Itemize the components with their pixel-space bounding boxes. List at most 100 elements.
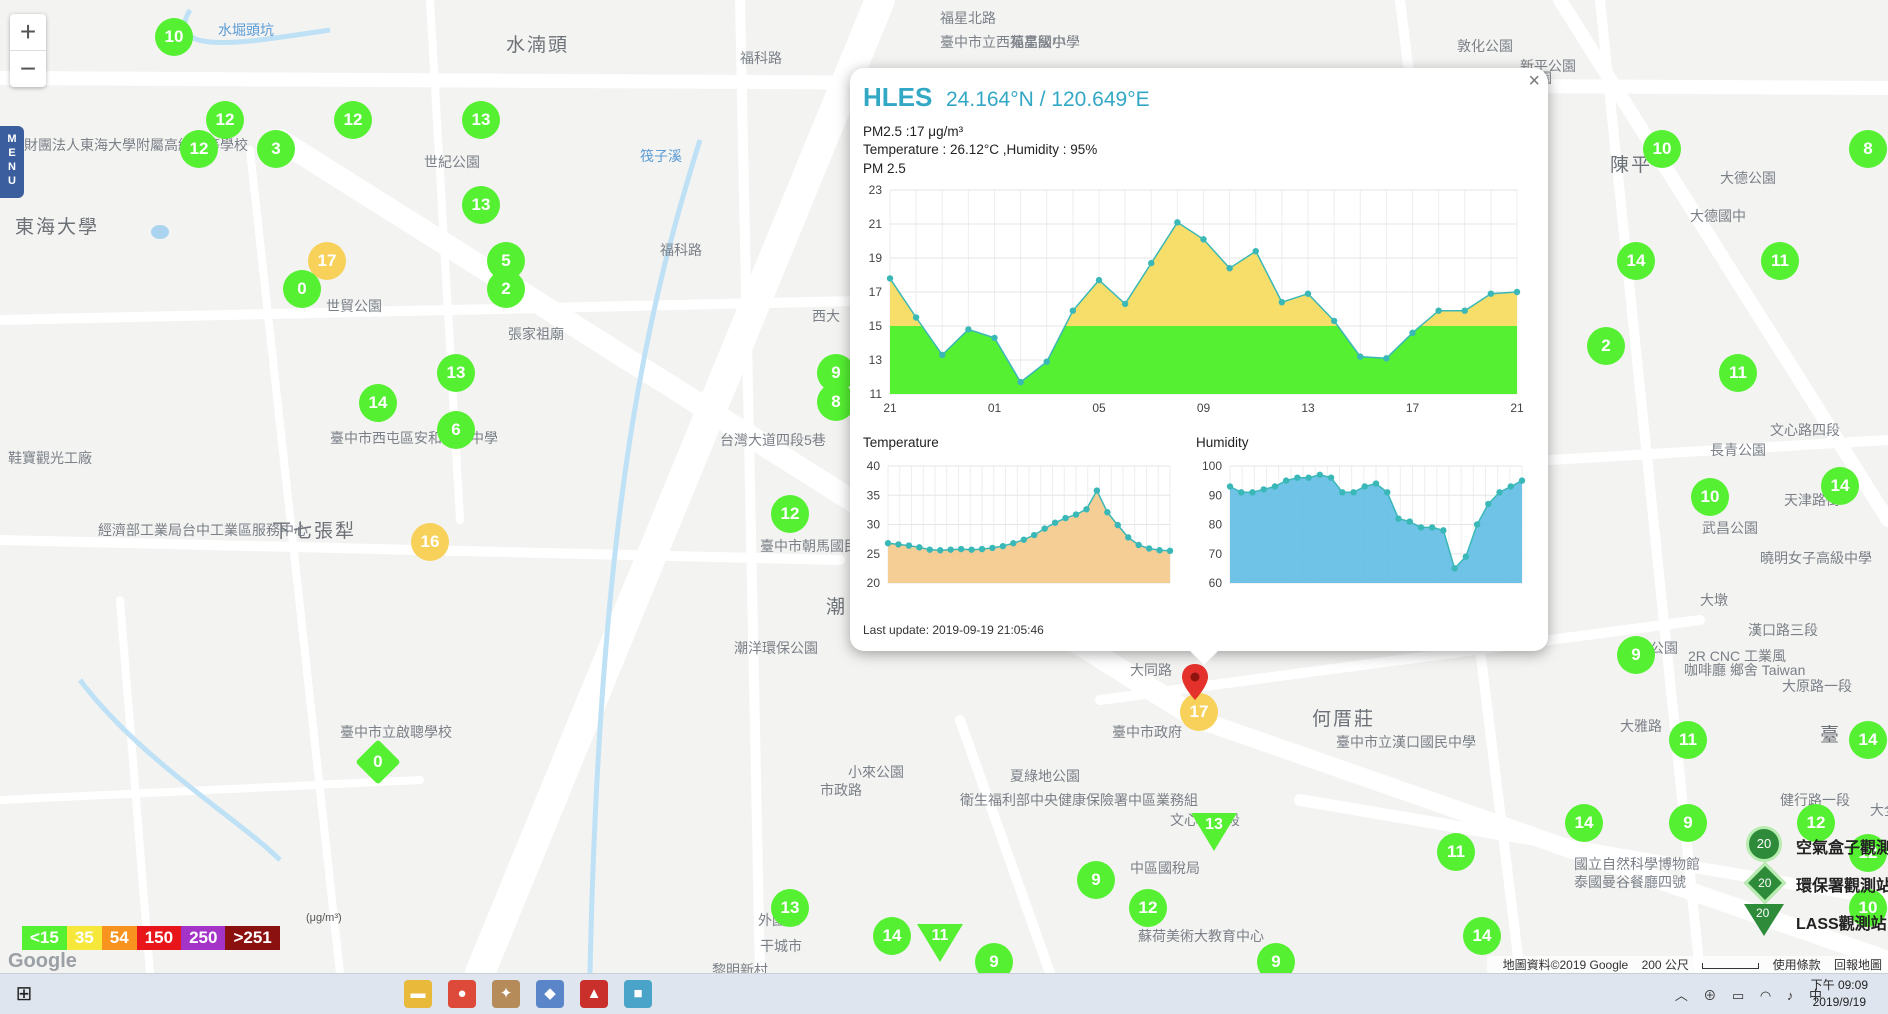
red-app-taskbar-icon[interactable]: ▲ — [580, 980, 608, 1008]
x-tick-label: 09 — [1197, 401, 1211, 415]
start-button[interactable]: ⊞ — [10, 980, 38, 1008]
data-point — [1166, 547, 1174, 555]
data-point — [905, 542, 913, 549]
data-point — [895, 541, 902, 548]
selected-location-pin-icon[interactable] — [1182, 664, 1208, 700]
station-marker-circle[interactable]: 0 — [283, 270, 321, 308]
map-place-label: 國立自然科學博物館 — [1574, 856, 1700, 872]
x-tick-label: 13 — [1301, 401, 1315, 415]
map-place-label: 東海大學 — [15, 217, 100, 238]
map-place-label: 鞋寶觀光工廠 — [8, 450, 92, 466]
y-tick-label: 11 — [870, 387, 883, 401]
map-place-label: 文心路四段 — [1770, 422, 1840, 438]
map-place-label: 黎明新村 — [712, 962, 768, 973]
station-marker-circle[interactable]: 16 — [411, 523, 449, 561]
data-point — [1518, 477, 1526, 484]
y-tick-label: 100 — [1202, 459, 1222, 473]
paint-app-taskbar-icon[interactable]: ◆ — [536, 980, 564, 1008]
station-marker-circle[interactable]: 10 — [1691, 478, 1729, 516]
report-map-link[interactable]: 回報地圖 — [1834, 958, 1882, 972]
station-marker-circle[interactable]: 14 — [1565, 804, 1603, 842]
station-marker-circle[interactable]: 13 — [771, 889, 809, 927]
data-point — [1135, 541, 1142, 549]
y-tick-label: 30 — [867, 518, 881, 532]
station-type-label: 空氣盒子觀測 — [1796, 840, 1888, 857]
station-marker-circle[interactable]: 11 — [1761, 242, 1799, 280]
station-marker-circle[interactable]: 14 — [1617, 242, 1655, 280]
station-marker-circle[interactable]: 12 — [771, 495, 809, 533]
data-point — [926, 546, 933, 553]
terms-link[interactable]: 使用條款 — [1773, 958, 1821, 972]
map-place-label: 何厝莊 — [1312, 709, 1376, 730]
station-marker-circle[interactable]: 12 — [180, 130, 218, 168]
map-scale-label: 200 公尺 — [1641, 958, 1689, 972]
menu-toggle-button[interactable]: MENU — [0, 126, 24, 198]
station-marker-circle[interactable]: 9 — [1077, 861, 1115, 899]
taskbar-clock[interactable]: 下午 09:09 2019/9/19 — [1811, 977, 1868, 1011]
station-marker-circle[interactable]: 14 — [1849, 721, 1887, 759]
map-place-label: 張家祖廟 — [508, 326, 564, 342]
data-point — [1104, 509, 1111, 516]
station-marker-circle[interactable]: 9 — [1257, 943, 1295, 973]
station-marker-circle[interactable]: 13 — [437, 354, 475, 392]
map-place-label: 長青公園 — [1710, 442, 1766, 458]
station-marker-circle[interactable]: 2 — [487, 270, 525, 308]
station-marker-circle[interactable]: 10 — [155, 18, 193, 56]
data-point — [912, 314, 920, 321]
station-marker-triangle[interactable]: 11 — [917, 924, 963, 964]
station-marker-circle[interactable]: 9 — [1669, 804, 1707, 842]
station-marker-circle[interactable]: 14 — [1463, 917, 1501, 955]
station-marker-circle[interactable]: 10 — [1643, 130, 1681, 168]
station-marker-circle[interactable]: 3 — [257, 130, 295, 168]
station-marker-circle[interactable]: 2 — [1587, 327, 1625, 365]
aqi-legend: <15 35 54 150 250 >251 — [22, 926, 280, 950]
data-point — [991, 334, 998, 342]
aqi-level-swatch: <15 — [22, 926, 67, 950]
zoom-in-button[interactable]: + — [10, 14, 46, 50]
station-marker-circle[interactable]: 12 — [334, 101, 372, 139]
series-area — [1230, 474, 1522, 583]
map-scale-bar — [1702, 962, 1760, 969]
station-marker-circle[interactable]: 9 — [975, 943, 1013, 973]
zoom-out-button[interactable]: − — [10, 50, 46, 87]
data-point — [1383, 355, 1390, 362]
data-point — [939, 351, 946, 359]
map-canvas[interactable]: 水湳頭東海大學下七張犁何厝莊敦化公園陳平公園陳平大德公園大德國中文心路四段長青公… — [0, 0, 1888, 973]
data-point — [1174, 219, 1181, 226]
station-marker-circle[interactable]: 11 — [1437, 833, 1475, 871]
system-tray[interactable]: ︿ ⊕ ▭ ◠ ♪ 中 — [1675, 985, 1828, 1004]
x-tick-label: 17 — [1406, 401, 1420, 415]
data-point — [1473, 521, 1481, 528]
data-point — [1226, 483, 1234, 490]
station-marker-circle[interactable]: 13 — [462, 101, 500, 139]
station-marker-circle[interactable]: 11 — [1669, 721, 1707, 759]
map-place-label: 臺中市立啟聰學校 — [340, 724, 452, 740]
aqi-level-swatch: 35 — [66, 926, 102, 950]
chrome-taskbar-icon[interactable]: ● — [448, 980, 476, 1008]
data-point — [1428, 524, 1436, 531]
station-marker-circle[interactable]: 9 — [1617, 636, 1655, 674]
station-marker-circle[interactable]: 14 — [359, 384, 397, 422]
data-point — [965, 326, 972, 333]
station-marker-circle[interactable]: 12 — [206, 101, 244, 139]
station-marker-triangle[interactable]: 13 — [1191, 813, 1237, 853]
map-place-label: 大雅路 — [1620, 718, 1662, 734]
aqi-level-swatch: 150 — [136, 926, 182, 950]
data-point — [1271, 483, 1279, 490]
station-marker-circle[interactable]: 11 — [1719, 354, 1757, 392]
station-marker-circle[interactable]: 12 — [1129, 889, 1167, 927]
data-point — [1249, 489, 1256, 496]
station-marker-circle[interactable]: 14 — [873, 917, 911, 955]
station-marker-circle[interactable]: 6 — [437, 411, 475, 449]
rabbit-app-taskbar-icon[interactable]: ✦ — [492, 980, 520, 1008]
file-explorer-taskbar-icon[interactable]: ▬ — [404, 980, 432, 1008]
blue-app-taskbar-icon[interactable]: ■ — [624, 980, 652, 1008]
map-place-label: 蘇荷美術大教育中心 — [1138, 928, 1264, 944]
station-marker-circle[interactable]: 8 — [1849, 130, 1887, 168]
station-marker-circle[interactable]: 13 — [462, 186, 500, 224]
map-place-label: 福星北路 — [940, 10, 996, 26]
map-place-label: 西大 — [812, 308, 840, 324]
last-update-text: Last update: 2019-09-19 21:05:46 — [863, 623, 1044, 637]
data-point — [1051, 519, 1059, 526]
station-marker-circle[interactable]: 14 — [1821, 467, 1859, 505]
